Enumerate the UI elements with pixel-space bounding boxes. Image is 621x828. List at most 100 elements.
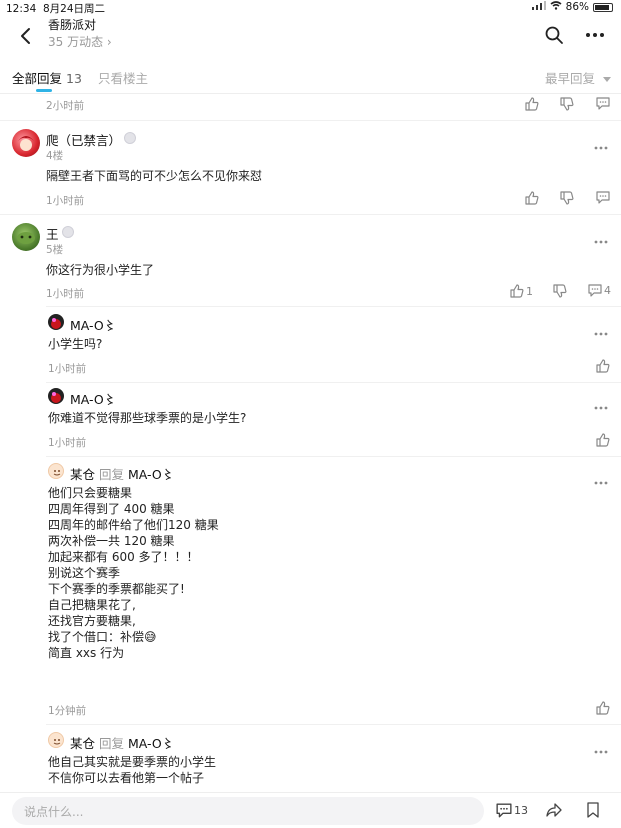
divider <box>0 120 621 121</box>
caret-down-icon <box>603 77 611 82</box>
username[interactable]: MA-O〻 <box>70 389 116 408</box>
reply-time: 1小时前 <box>48 437 87 449</box>
username[interactable]: MA-O〻 <box>70 315 116 334</box>
reply-line: 还找官方要糖果, <box>48 614 136 628</box>
comment-button[interactable] <box>596 191 610 204</box>
reply-content: 他们只会要糖果 四周年得到了 400 糖果 四周年的邮件给了他们120 糖果 两… <box>48 485 219 661</box>
comment-input[interactable]: 说点什么... <box>12 797 484 825</box>
reply-line: 他们只会要糖果 <box>48 486 133 500</box>
reply-time: 2小时前 <box>46 100 85 112</box>
avatar[interactable] <box>48 388 64 404</box>
comment-button[interactable] <box>596 97 610 110</box>
share-icon <box>546 803 562 817</box>
reply-more-button[interactable] <box>594 322 608 336</box>
post-more-button[interactable] <box>594 230 608 244</box>
reply-line: 他自己其实就是要季票的小学生 <box>48 755 217 769</box>
tab-all-label: 全部回复 <box>12 71 63 86</box>
dislike-button[interactable] <box>560 191 574 205</box>
thumbs-up-icon <box>596 701 610 715</box>
like-button[interactable] <box>525 191 539 205</box>
reply-more-button[interactable] <box>594 471 608 485</box>
reply-content: 你难道不觉得那些球季票的是小学生? <box>48 411 247 425</box>
level-badge-icon <box>124 132 136 144</box>
search-icon <box>545 26 563 44</box>
reply-line: 简直 xxs 行为 <box>48 646 125 660</box>
battery-icon <box>593 2 613 12</box>
username[interactable]: 爬（已禁言） <box>46 130 121 149</box>
like-button[interactable] <box>596 433 610 447</box>
header: 香肠派对 35 万动态 › <box>0 14 621 58</box>
status-right: 86% <box>531 1 613 13</box>
reply-time: 1小时前 <box>48 363 87 375</box>
tab-owner-only[interactable]: 只看楼主 <box>98 68 148 87</box>
reply-target-username[interactable]: MA-O〻 <box>128 467 174 482</box>
search-button[interactable] <box>543 24 565 46</box>
level-badge-icon <box>62 226 74 238</box>
chevron-left-icon <box>21 28 30 44</box>
more-dots-icon <box>594 146 608 150</box>
more-button[interactable] <box>584 24 606 46</box>
share-button[interactable] <box>545 802 563 818</box>
post-more-button[interactable] <box>594 136 608 150</box>
bottom-bar: 说点什么... 13 <box>0 792 621 828</box>
like-button[interactable] <box>525 97 539 111</box>
thumbs-up-icon <box>525 97 539 111</box>
comment-icon <box>496 803 512 818</box>
thumbs-down-icon <box>560 97 574 111</box>
avatar[interactable] <box>48 314 64 330</box>
post-content: 你这行为很小学生了 <box>46 263 155 277</box>
thumbs-up-icon <box>510 284 524 298</box>
sort-dropdown[interactable]: 最早回复 <box>545 68 611 87</box>
dislike-button[interactable] <box>560 97 574 111</box>
more-dots-icon <box>594 406 608 410</box>
battery-percent: 86% <box>565 1 589 13</box>
bookmark-button[interactable] <box>586 802 600 819</box>
reply-line: 找了个借口：补偿😅 <box>48 630 157 644</box>
reply-time: 1分钟前 <box>48 705 87 717</box>
more-dots-icon <box>594 481 608 485</box>
post-content: 隔壁王者下面骂的可不少怎么不见你来怼 <box>46 169 263 183</box>
forum-subtitle[interactable]: 35 万动态 › <box>48 33 112 50</box>
comment-button[interactable]: 4 <box>588 284 611 297</box>
thumbs-down-icon <box>560 191 574 205</box>
post-time: 1小时前 <box>46 288 85 300</box>
tab-all-count: 13 <box>66 71 82 86</box>
reply-content: 他自己其实就是要季票的小学生 不信你可以去看他第一个帖子 <box>48 754 216 786</box>
avatar[interactable] <box>12 129 40 157</box>
avatar[interactable] <box>48 732 64 748</box>
forum-title[interactable]: 香肠派对 <box>48 16 96 33</box>
divider <box>0 214 621 215</box>
reply-line: 别说这个赛季 <box>48 566 121 580</box>
reply-keyword: 回复 <box>99 736 125 751</box>
avatar[interactable] <box>12 223 40 251</box>
dislike-button[interactable] <box>553 284 567 298</box>
reply-content: 小学生吗? <box>48 337 103 351</box>
reply-line: 两次补偿一共 120 糖果 <box>48 534 175 548</box>
comment-icon <box>596 97 610 110</box>
signal-icon <box>531 1 546 13</box>
reply-target-username[interactable]: MA-O〻 <box>128 736 174 751</box>
reply-more-button[interactable] <box>594 740 608 754</box>
like-button[interactable] <box>596 359 610 373</box>
reply-more-button[interactable] <box>594 396 608 410</box>
reply-line: 自己把糖果花了, <box>48 598 136 612</box>
back-button[interactable] <box>16 24 36 48</box>
bookmark-icon <box>587 802 599 818</box>
tab-all-replies[interactable]: 全部回复 13 <box>12 68 82 87</box>
more-dots-icon <box>586 33 604 37</box>
username[interactable]: 某仓 <box>70 467 95 482</box>
active-tab-indicator <box>36 89 52 92</box>
post-time: 1小时前 <box>46 195 85 207</box>
username[interactable]: 王 <box>46 224 59 243</box>
comments-button[interactable]: 13 <box>496 803 528 818</box>
reply-header: 某仓 回复 MA-O〻 <box>70 733 174 752</box>
like-button[interactable]: 1 <box>510 284 533 298</box>
like-button[interactable] <box>596 701 610 715</box>
divider <box>46 456 621 457</box>
thumbs-down-icon <box>553 284 567 298</box>
avatar[interactable] <box>48 463 64 479</box>
floor-number: 5楼 <box>46 244 64 256</box>
username[interactable]: 某仓 <box>70 736 95 751</box>
thumbs-up-icon <box>596 433 610 447</box>
thumbs-up-icon <box>525 191 539 205</box>
